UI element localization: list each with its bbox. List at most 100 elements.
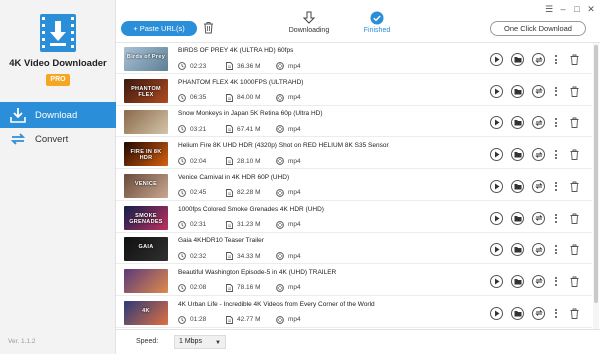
- convert-button[interactable]: [532, 211, 545, 225]
- open-folder-button[interactable]: [511, 179, 524, 193]
- scrollbar[interactable]: [593, 43, 599, 329]
- open-folder-button[interactable]: [511, 274, 524, 288]
- video-thumbnail[interactable]: 4K: [124, 300, 168, 325]
- more-options-icon[interactable]: [553, 275, 559, 288]
- video-size: 28.10 M: [226, 157, 261, 166]
- play-button[interactable]: [490, 243, 503, 257]
- delete-icon[interactable]: [570, 117, 579, 129]
- video-row[interactable]: GAIA Gaia 4KHDR10 Teaser Trailer 02:32 3…: [116, 233, 592, 265]
- play-button[interactable]: [490, 306, 503, 320]
- video-row[interactable]: SMOKE GRENADES 1000fps Colored Smoke Gre…: [116, 202, 592, 233]
- video-row[interactable]: Beautiful Washington Episode-5 in 4K (UH…: [116, 265, 592, 296]
- speed-select[interactable]: 1 Mbps ▼: [174, 335, 226, 349]
- size-text: 31.23 M: [237, 221, 261, 228]
- open-folder-button[interactable]: [511, 306, 524, 320]
- convert-button[interactable]: [532, 148, 545, 162]
- more-options-icon[interactable]: [553, 148, 559, 161]
- video-thumbnail[interactable]: PHANTOM FLEX: [124, 78, 168, 103]
- video-row[interactable]: Birds of Prey BIRDS OF PREY 4K (ULTRA HD…: [116, 43, 592, 74]
- clock-icon: [178, 125, 186, 134]
- open-folder-button[interactable]: [511, 243, 524, 257]
- video-row[interactable]: Snow Monkeys in Japan 5K Retina 60p (Ult…: [116, 106, 592, 138]
- video-row[interactable]: PHANTOM FLEX PHANTOM FLEX 4K 1000FPS (UL…: [116, 75, 592, 106]
- video-row[interactable]: FIRE IN 8K HDR Helium Fire 8K UHD HDR (4…: [116, 138, 592, 170]
- more-options-icon[interactable]: [553, 116, 559, 129]
- convert-button[interactable]: [532, 53, 545, 66]
- play-button[interactable]: [490, 211, 503, 225]
- sidebar-item-download[interactable]: Download: [0, 102, 116, 128]
- delete-icon[interactable]: [570, 244, 579, 256]
- play-button[interactable]: [490, 84, 503, 98]
- scrollbar-thumb[interactable]: [594, 45, 598, 303]
- sidebar-item-convert[interactable]: Convert: [0, 126, 116, 152]
- convert-button[interactable]: [532, 84, 545, 98]
- format-text: mp4: [288, 284, 301, 292]
- delete-icon[interactable]: [570, 276, 579, 287]
- convert-button[interactable]: [532, 179, 545, 193]
- sidebar-item-label: Convert: [35, 133, 69, 145]
- more-options-icon[interactable]: [553, 53, 559, 66]
- more-options-icon[interactable]: [553, 212, 559, 225]
- delete-icon[interactable]: [570, 213, 579, 224]
- video-thumbnail[interactable]: [124, 268, 168, 293]
- play-button[interactable]: [490, 179, 503, 193]
- play-icon: [494, 183, 499, 190]
- clock-icon: [178, 62, 186, 70]
- tab-downloading[interactable]: Downloading: [279, 11, 339, 34]
- delete-icon[interactable]: [570, 308, 579, 319]
- video-size: 42.77 M: [226, 315, 261, 324]
- video-duration: 01:28: [178, 315, 206, 324]
- paste-url-button[interactable]: + Paste URL(s): [121, 21, 197, 36]
- minimize-icon[interactable]: –: [558, 4, 568, 14]
- open-folder-button[interactable]: [511, 53, 524, 66]
- format-text: mp4: [288, 157, 301, 165]
- maximize-icon[interactable]: □: [572, 4, 582, 14]
- more-options-icon[interactable]: [553, 243, 559, 256]
- close-icon[interactable]: ✕: [586, 4, 596, 14]
- video-row[interactable]: VENICE Venice Carnival in 4K HDR 60P (UH…: [116, 170, 592, 201]
- play-button[interactable]: [490, 116, 503, 130]
- convert-arrows-icon: [534, 88, 543, 95]
- one-click-download-button[interactable]: One Click Download: [490, 21, 586, 36]
- file-icon: [226, 315, 233, 324]
- video-thumbnail[interactable]: [124, 110, 168, 135]
- delete-icon[interactable]: [570, 54, 579, 65]
- more-options-icon[interactable]: [553, 307, 559, 320]
- open-folder-button[interactable]: [511, 84, 524, 98]
- video-duration: 02:31: [178, 220, 206, 229]
- video-thumbnail[interactable]: VENICE: [124, 173, 168, 198]
- video-thumbnail[interactable]: FIRE IN 8K HDR: [124, 142, 168, 167]
- play-icon: [494, 310, 499, 317]
- thumbnail-text: Birds of Prey: [126, 54, 166, 60]
- download-icon: [9, 106, 27, 124]
- video-thumbnail[interactable]: SMOKE GRENADES: [124, 205, 168, 230]
- play-button[interactable]: [490, 274, 503, 288]
- convert-button[interactable]: [532, 274, 545, 288]
- duration-text: 02:45: [190, 189, 207, 197]
- open-folder-button[interactable]: [511, 116, 524, 130]
- toolbar: + Paste URL(s) Downloading Finished One …: [116, 0, 600, 43]
- more-options-icon[interactable]: [553, 180, 559, 193]
- video-list: Birds of Prey BIRDS OF PREY 4K (ULTRA HD…: [116, 43, 592, 329]
- convert-button[interactable]: [532, 116, 545, 130]
- file-icon: [226, 188, 233, 197]
- convert-button[interactable]: [532, 306, 545, 320]
- video-thumbnail[interactable]: GAIA: [124, 237, 168, 262]
- open-folder-button[interactable]: [511, 211, 524, 225]
- play-button[interactable]: [490, 53, 503, 66]
- delete-icon[interactable]: [570, 149, 579, 161]
- video-duration: 06:35: [178, 93, 206, 102]
- delete-icon[interactable]: [570, 181, 579, 192]
- video-thumbnail[interactable]: Birds of Prey: [124, 47, 168, 71]
- delete-icon[interactable]: [570, 86, 579, 97]
- film-reel-icon: [276, 93, 284, 102]
- convert-button[interactable]: [532, 243, 545, 257]
- hamburger-icon[interactable]: ☰: [544, 4, 554, 14]
- open-folder-button[interactable]: [511, 148, 524, 162]
- more-options-icon[interactable]: [553, 85, 559, 98]
- play-button[interactable]: [490, 148, 503, 162]
- trash-icon[interactable]: [203, 21, 214, 34]
- tab-finished[interactable]: Finished: [347, 11, 407, 34]
- video-row[interactable]: 4K 4K Urban Life - Incredible 4K Videos …: [116, 297, 592, 328]
- convert-arrows-icon: [534, 120, 543, 126]
